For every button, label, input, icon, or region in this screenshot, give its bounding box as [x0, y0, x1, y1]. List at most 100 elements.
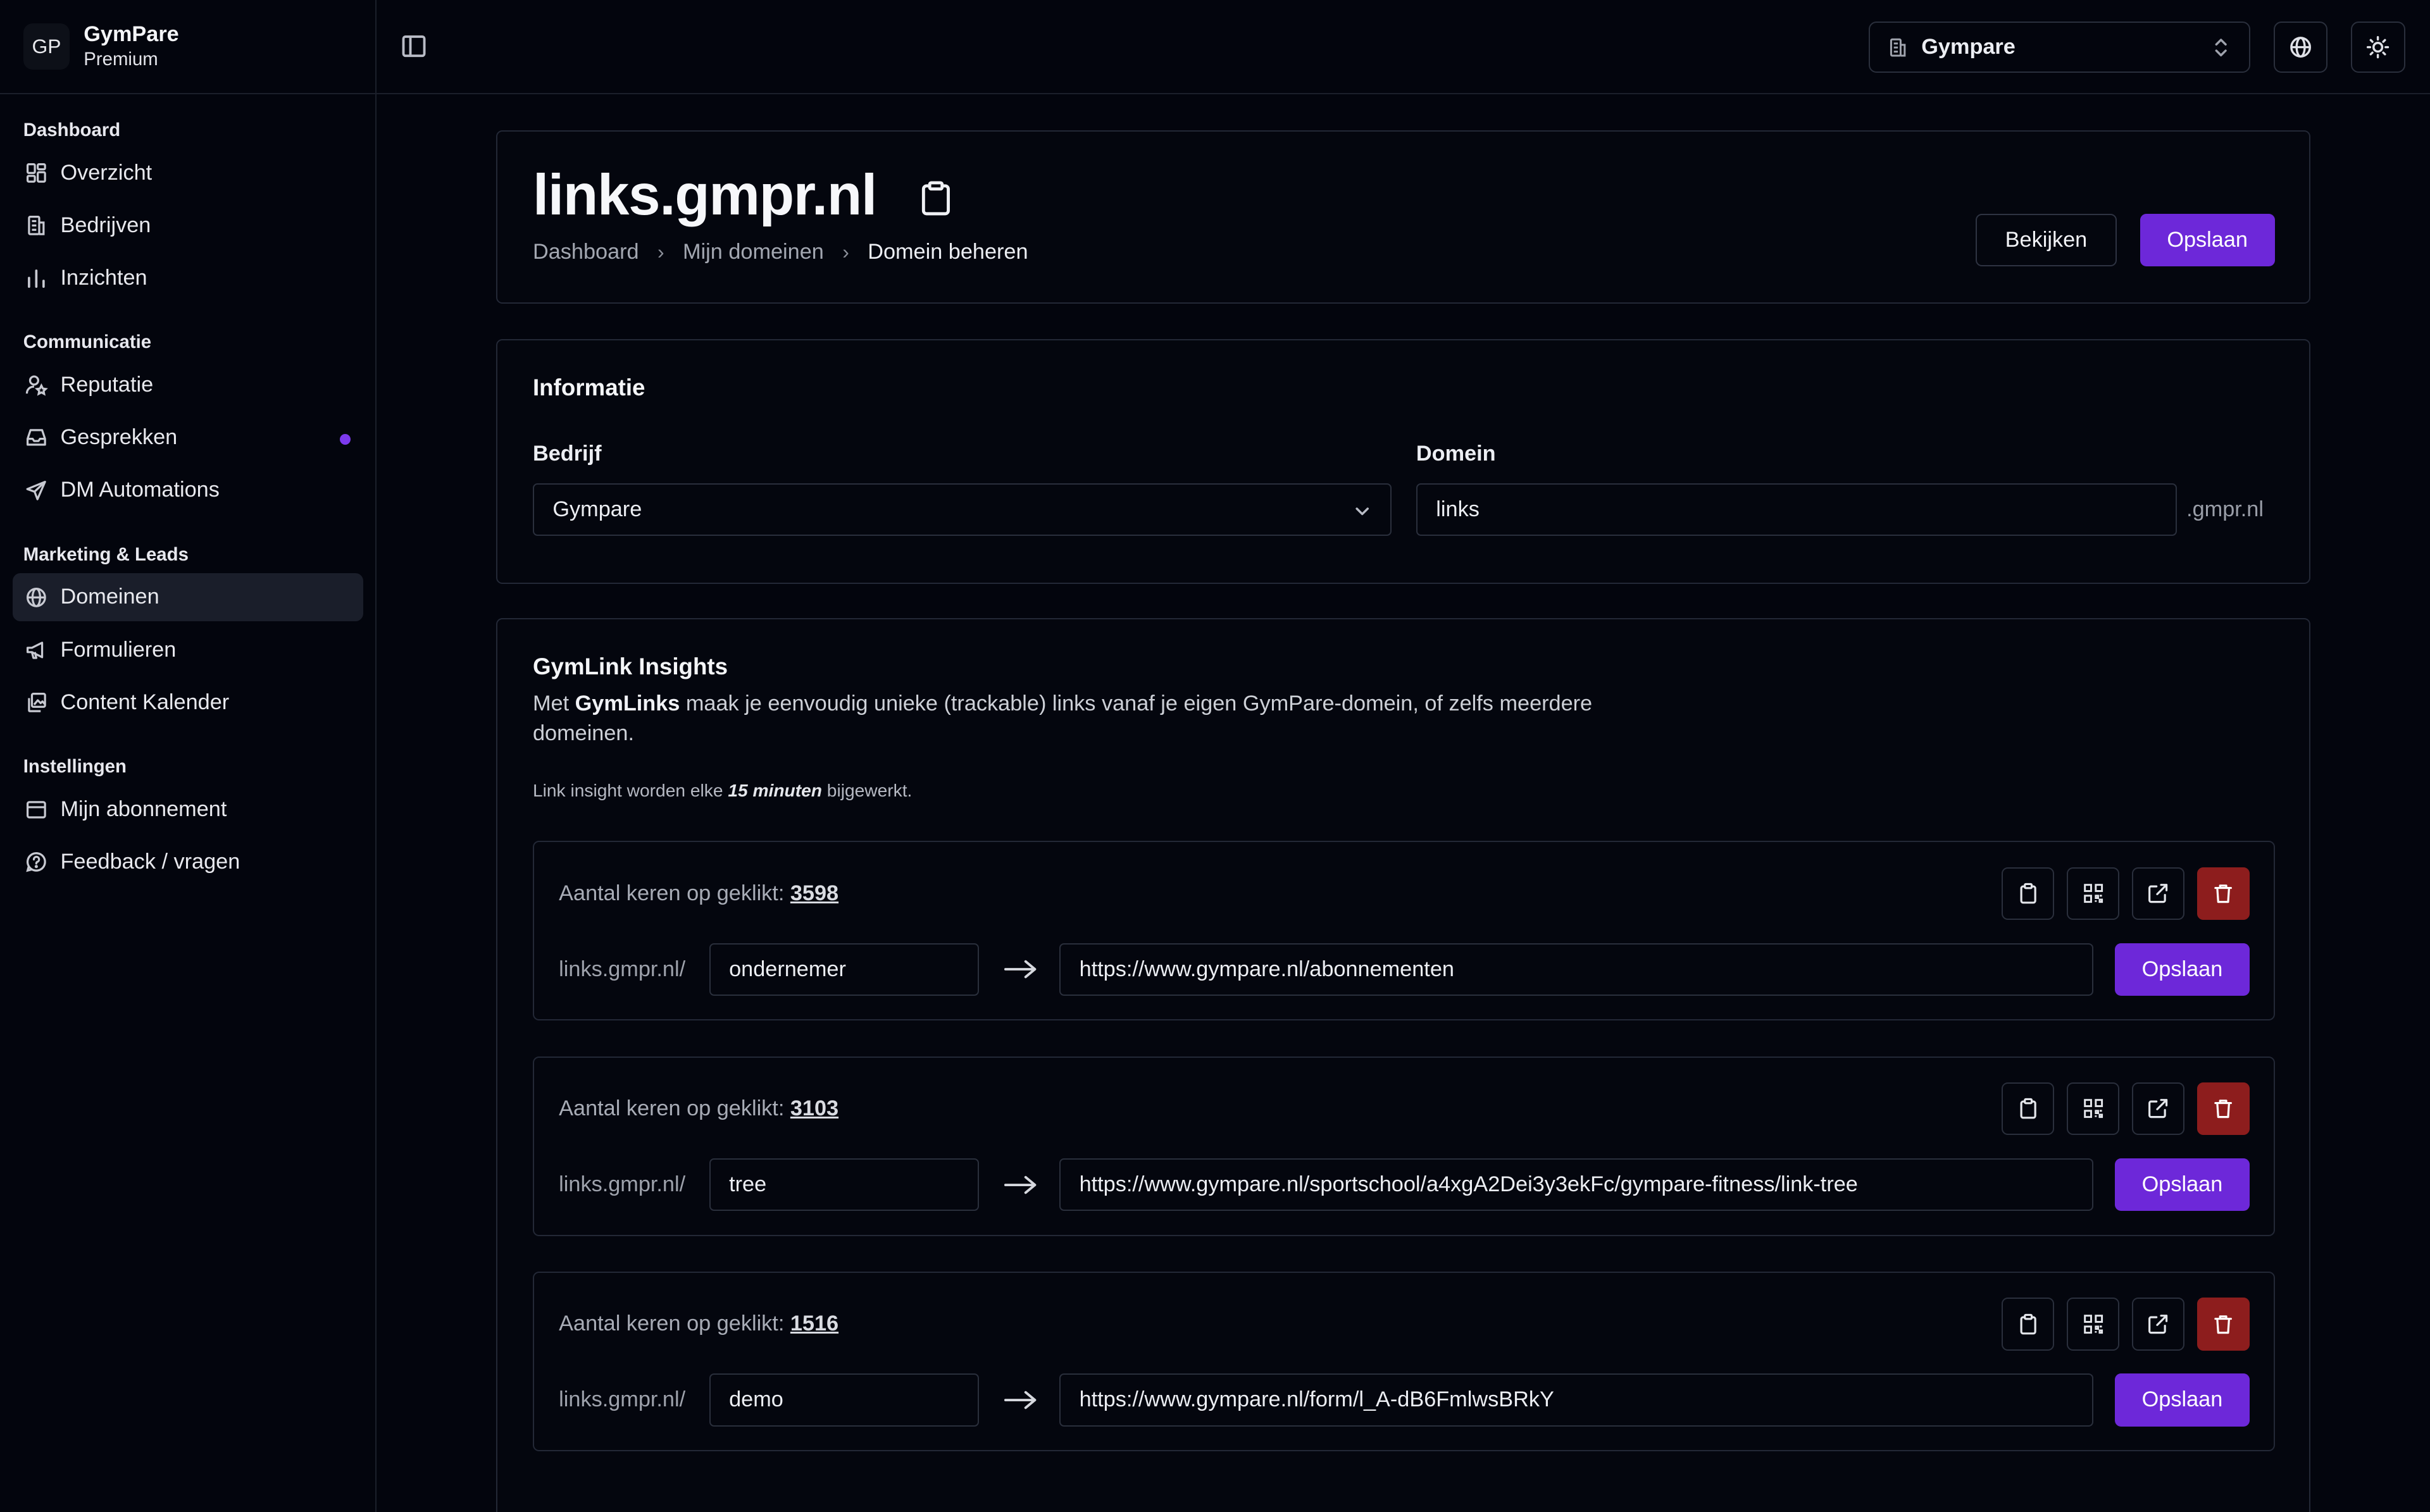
save-link-button[interactable]: Opslaan — [2114, 943, 2250, 996]
sidebar-item-formulieren[interactable]: Formulieren — [13, 626, 363, 674]
copy-link-button[interactable] — [2002, 1298, 2055, 1351]
sidebar-item-label: Content Kalender — [60, 690, 230, 714]
sidebar-item-inzichten[interactable]: Inzichten — [13, 254, 363, 302]
delete-link-button[interactable] — [2196, 867, 2250, 920]
sidebar-item-label: Overzicht — [60, 160, 153, 185]
chevron-down-icon — [1353, 502, 1371, 520]
brand[interactable]: GP GymPare Premium — [0, 0, 376, 95]
sidebar-item-reputatie[interactable]: Reputatie — [13, 361, 363, 409]
topbar: Gympare — [377, 0, 2430, 95]
insights-description: Met GymLinks maak je eenvoudig unieke (t… — [532, 691, 1593, 745]
sidebar-item-content-kalender[interactable]: Content Kalender — [13, 678, 363, 726]
trash-icon — [2212, 1098, 2234, 1119]
qr-code-button[interactable] — [2067, 1082, 2120, 1136]
slug-input[interactable]: demo — [709, 1373, 979, 1427]
layout-grid-icon — [25, 161, 48, 185]
link-prefix: links.gmpr.nl/ — [559, 1172, 686, 1196]
sidebar-item-overzicht[interactable]: Overzicht — [13, 149, 363, 197]
copy-title-icon[interactable] — [919, 180, 953, 217]
link-prefix: links.gmpr.nl/ — [559, 957, 686, 981]
insights-update-note: Link insight worden elke 15 minuten bijg… — [532, 780, 913, 800]
nav-section-instellingen: Instellingen Mijn abonnement Feedback / … — [0, 753, 375, 886]
domain-suffix: .gmpr.nl — [2186, 497, 2264, 521]
clipboard-icon — [2017, 883, 2039, 904]
delete-link-button[interactable] — [2196, 1298, 2250, 1351]
sidebar-item-dm-automations[interactable]: DM Automations — [13, 466, 363, 514]
sidebar-item-label: Mijn abonnement — [60, 796, 227, 821]
click-count-value[interactable]: 1516 — [790, 1311, 838, 1335]
company-select-value: Gympare — [552, 497, 642, 521]
sidebar-item-label: DM Automations — [60, 478, 220, 502]
copy-link-button[interactable] — [2002, 1082, 2055, 1136]
company-select[interactable]: Gympare — [532, 483, 1392, 536]
target-url-input[interactable]: https://www.gympare.nl/abonnementen — [1059, 943, 2093, 996]
brand-plan: Premium — [84, 48, 158, 70]
company-label: Bedrijf — [532, 441, 602, 466]
open-link-button[interactable] — [2131, 1298, 2185, 1351]
sun-icon — [2365, 35, 2390, 59]
click-count: Aantal keren op geklikt: 1516 — [559, 1311, 839, 1336]
save-link-button[interactable]: Opslaan — [2114, 1373, 2250, 1427]
theme-toggle-button[interactable] — [2351, 22, 2405, 73]
qr-code-button[interactable] — [2067, 1298, 2120, 1351]
nav-section-marketing: Marketing & Leads Domeinen Formulieren C… — [0, 541, 375, 727]
view-button[interactable]: Bekijken — [1976, 213, 2117, 266]
brand-name: GymPare — [84, 22, 179, 46]
megaphone-icon — [25, 638, 48, 662]
sidebar-item-bedrijven[interactable]: Bedrijven — [13, 201, 363, 249]
open-link-button[interactable] — [2131, 867, 2185, 920]
target-url-input[interactable]: https://www.gympare.nl/sportschool/a4xgA… — [1059, 1158, 2093, 1211]
delete-link-button[interactable] — [2196, 1082, 2250, 1136]
sidebar-item-mijn-abonnement[interactable]: Mijn abonnement — [13, 785, 363, 833]
chevron-right-icon: › — [842, 240, 849, 264]
click-count-value[interactable]: 3103 — [790, 1096, 838, 1120]
building-icon — [1887, 37, 1909, 58]
sidebar-item-feedback[interactable]: Feedback / vragen — [13, 838, 363, 886]
copy-link-button[interactable] — [2002, 867, 2055, 920]
send-icon — [25, 479, 48, 502]
inbox-icon — [25, 426, 48, 449]
breadcrumb-dashboard[interactable]: Dashboard — [533, 240, 639, 264]
qr-code-icon — [2083, 1313, 2104, 1335]
click-count: Aantal keren op geklikt: 3103 — [559, 1096, 839, 1120]
domain-label: Domein — [1416, 441, 1496, 466]
sidebar-item-gesprekken[interactable]: Gesprekken — [13, 414, 363, 462]
slug-input[interactable]: ondernemer — [709, 943, 979, 996]
domain-input[interactable]: links — [1416, 483, 2178, 536]
click-count-value[interactable]: 3598 — [790, 881, 838, 905]
breadcrumb-mijn-domeinen[interactable]: Mijn domeinen — [683, 240, 824, 264]
sidebar-item-label: Feedback / vragen — [60, 850, 240, 874]
nav-section-title: Marketing & Leads — [23, 543, 189, 565]
sidebar-item-domeinen[interactable]: Domeinen — [12, 573, 363, 621]
page-title: links.gmpr.nl — [532, 163, 877, 227]
link-prefix: links.gmpr.nl/ — [559, 1387, 686, 1412]
qr-code-icon — [2083, 1098, 2104, 1119]
arrow-right-icon — [1002, 1386, 1040, 1414]
sidebar-item-label: Reputatie — [60, 372, 154, 397]
save-link-button[interactable]: Opslaan — [2114, 1158, 2250, 1211]
gymlink-insights-card: GymLink Insights Met GymLinks maak je ee… — [495, 618, 2311, 1512]
clipboard-icon — [2017, 1313, 2039, 1335]
bar-chart-icon — [25, 266, 48, 290]
slug-input[interactable]: tree — [709, 1158, 979, 1211]
open-link-button[interactable] — [2131, 1082, 2185, 1136]
sidebar-item-label: Domeinen — [60, 585, 159, 609]
sidebar-toggle-icon[interactable] — [400, 32, 428, 60]
save-button[interactable]: Opslaan — [2140, 213, 2275, 266]
target-url-input[interactable]: https://www.gympare.nl/form/l_A-dB6Fmlws… — [1059, 1373, 2093, 1427]
trash-icon — [2212, 883, 2234, 904]
globe-icon — [2288, 35, 2313, 59]
globe-icon — [25, 586, 48, 609]
insights-title: GymLink Insights — [532, 654, 728, 680]
wallet-icon — [25, 798, 48, 821]
language-button[interactable] — [2273, 22, 2328, 73]
app-root: GP GymPare Premium Dashboard Overzicht B… — [0, 0, 2430, 1512]
external-link-icon — [2147, 1313, 2169, 1335]
trash-icon — [2212, 1313, 2234, 1335]
click-count: Aantal keren op geklikt: 3598 — [559, 881, 839, 905]
nav-section-communicatie: Communicatie Reputatie Gesprekken DM Aut… — [0, 328, 375, 514]
organization-select[interactable]: Gympare — [1869, 22, 2250, 73]
qr-code-icon — [2083, 883, 2104, 904]
sidebar-item-label: Gesprekken — [60, 425, 178, 450]
qr-code-button[interactable] — [2067, 867, 2120, 920]
